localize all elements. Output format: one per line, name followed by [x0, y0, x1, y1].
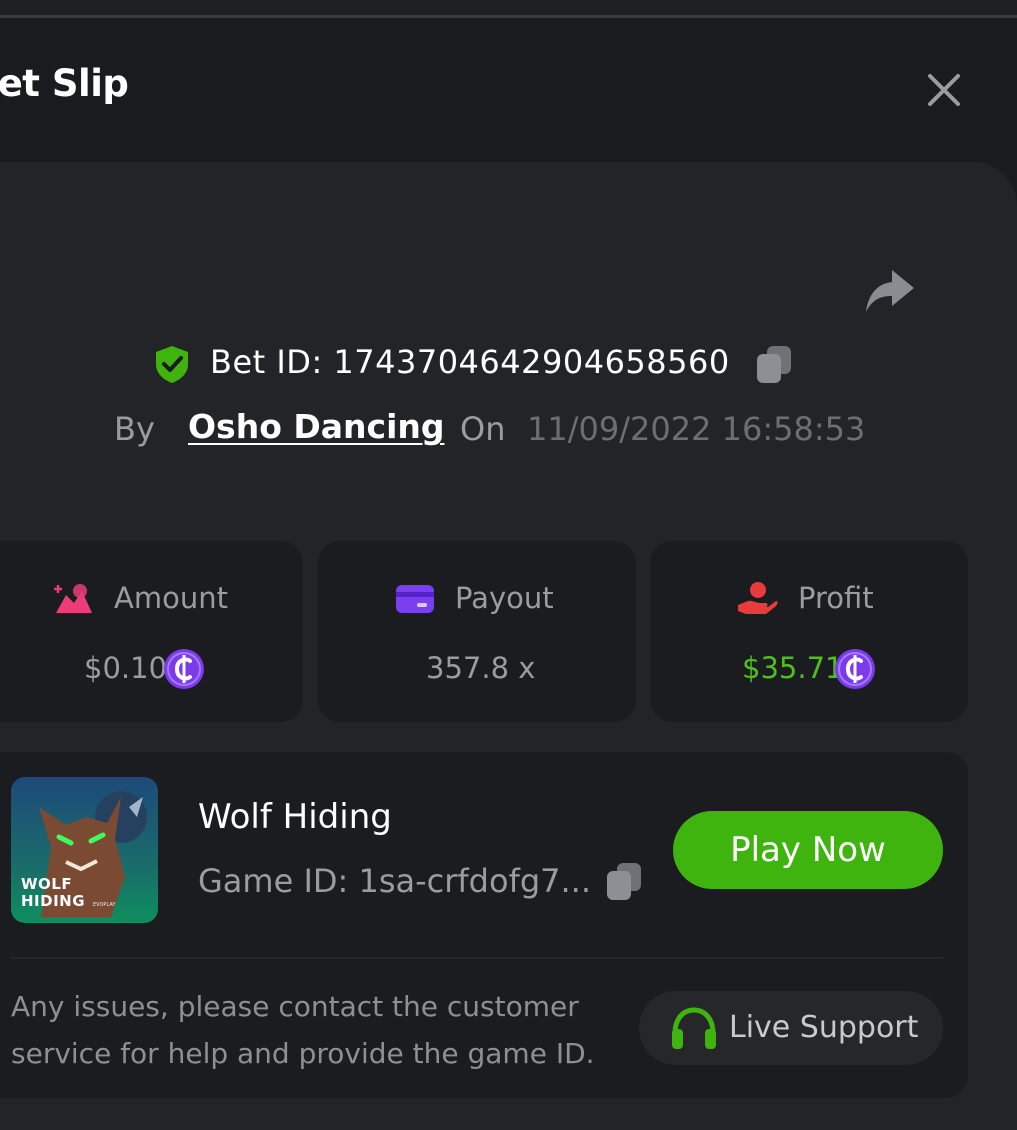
headset-icon	[672, 1007, 716, 1049]
shield-check-icon	[152, 344, 192, 384]
bet-date: 11/09/2022 16:58:53	[527, 410, 866, 448]
divider	[11, 957, 943, 959]
payout-card: Payout 357.8 x	[318, 541, 636, 722]
profit-label: Profit	[798, 581, 874, 615]
payout-value: 357.8 x	[426, 651, 536, 685]
top-bar	[0, 0, 1017, 15]
on-label: On	[460, 410, 506, 448]
close-button[interactable]	[922, 68, 966, 112]
copy-bet-id-button[interactable]	[754, 343, 796, 385]
coin-icon	[835, 649, 875, 689]
share-button[interactable]	[862, 266, 916, 314]
by-label: By	[114, 410, 155, 448]
bet-id: Bet ID: 1743704642904658560	[210, 343, 730, 381]
thumb-title-line2: HIDING	[21, 892, 86, 910]
amount-icon	[54, 584, 92, 613]
page-title: Bet Slip	[0, 62, 129, 105]
card-icon	[396, 585, 434, 613]
game-name: Wolf Hiding	[198, 797, 392, 837]
live-support-button[interactable]: Live Support	[639, 991, 943, 1065]
game-id: Game ID: 1sa-crfdofg7...	[198, 862, 592, 900]
top-bar-divider	[0, 15, 1017, 18]
copy-game-id-button[interactable]	[604, 860, 646, 902]
amount-card: Amount $0.10	[0, 541, 303, 722]
share-icon	[866, 270, 914, 312]
thumb-title-line1: WOLF	[21, 875, 73, 893]
profit-value: $35.71	[742, 651, 844, 685]
help-text: Any issues, please contact the customer …	[11, 990, 595, 1070]
live-support-label: Live Support	[729, 1010, 919, 1045]
coin-icon	[164, 649, 204, 689]
copy-icon	[757, 346, 791, 383]
payout-label: Payout	[455, 581, 554, 615]
close-icon	[928, 74, 960, 106]
user-link[interactable]: Osho Dancing	[188, 407, 445, 446]
amount-value: $0.10	[84, 651, 168, 685]
amount-label: Amount	[114, 581, 228, 615]
game-thumbnail[interactable]: WOLF HIDING EVOPLAY	[11, 777, 158, 923]
profit-card: Profit $35.71	[650, 541, 968, 722]
copy-icon	[607, 863, 641, 900]
profit-icon	[738, 582, 778, 614]
play-now-button[interactable]: Play Now	[673, 811, 943, 889]
thumb-brand: EVOPLAY	[93, 902, 116, 908]
